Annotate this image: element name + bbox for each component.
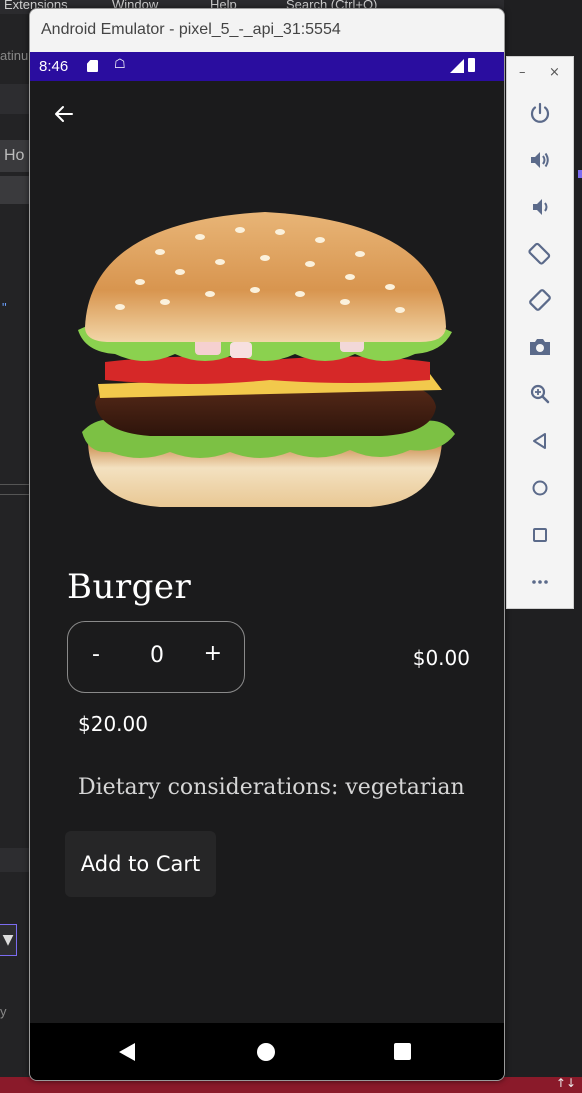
- ide-tab-strip-2: [0, 176, 30, 204]
- close-button[interactable]: ×: [549, 65, 560, 80]
- back-arrow-icon[interactable]: [52, 102, 76, 126]
- add-to-cart-button[interactable]: Add to Cart: [65, 831, 216, 897]
- nav-back-icon[interactable]: [119, 1043, 135, 1061]
- nav-home-icon[interactable]: [257, 1043, 275, 1061]
- filter-icon[interactable]: ▼: [0, 924, 17, 956]
- increment-button[interactable]: +: [204, 641, 222, 666]
- emulator-controls-panel: – ×: [506, 56, 574, 609]
- overview-icon[interactable]: [527, 522, 553, 548]
- volume-down-icon[interactable]: [527, 194, 553, 220]
- ide-divider: [0, 494, 30, 495]
- ide-tab-home[interactable]: Ho: [4, 147, 24, 165]
- zoom-icon[interactable]: [527, 381, 553, 407]
- minimize-button[interactable]: –: [519, 65, 526, 80]
- unit-price: $20.00: [78, 712, 148, 736]
- back-icon[interactable]: [527, 428, 553, 454]
- volume-up-icon[interactable]: [527, 147, 553, 173]
- ide-fragment: ": [2, 300, 7, 315]
- system-nav-bar: [30, 1023, 504, 1080]
- ide-divider: [0, 484, 30, 485]
- sd-card-icon: [87, 60, 98, 72]
- line-total: $0.00: [412, 646, 470, 670]
- home-icon[interactable]: [527, 475, 553, 501]
- power-icon[interactable]: [527, 100, 553, 126]
- emulator-title-bar[interactable]: Android Emulator - pixel_5_-_api_31:5554: [30, 9, 504, 52]
- ide-toolbar-strip: [0, 84, 30, 114]
- rotate-left-icon[interactable]: [527, 240, 553, 266]
- quantity-stepper: - 0 +: [67, 621, 245, 693]
- emulator-title: Android Emulator - pixel_5_-_api_31:5554: [41, 21, 341, 38]
- more-icon[interactable]: [527, 569, 553, 595]
- signal-icon: [450, 59, 464, 73]
- ide-fragment: y: [0, 1004, 7, 1019]
- nav-recents-icon[interactable]: [394, 1043, 411, 1060]
- ide-fragment: atinu: [0, 48, 29, 63]
- status-time: 8:46: [39, 58, 69, 75]
- phone-screen: 8:46 ☖ Burger - 0 + $0.00 $20.00 Dietary…: [30, 52, 504, 1080]
- rotate-right-icon[interactable]: [527, 287, 553, 313]
- ide-status-arrows: ↑↓: [555, 1076, 576, 1090]
- dietary-info: Dietary considerations: vegetarian: [78, 775, 465, 800]
- product-name: Burger: [67, 567, 192, 607]
- ide-panel-strip: [0, 848, 30, 872]
- debug-icon: ☖: [114, 57, 126, 72]
- emulator-window: Android Emulator - pixel_5_-_api_31:5554…: [29, 8, 505, 1081]
- burger-image: [70, 202, 460, 522]
- camera-icon[interactable]: [527, 334, 553, 360]
- battery-icon: [468, 58, 475, 72]
- status-bar: 8:46 ☖: [30, 52, 504, 81]
